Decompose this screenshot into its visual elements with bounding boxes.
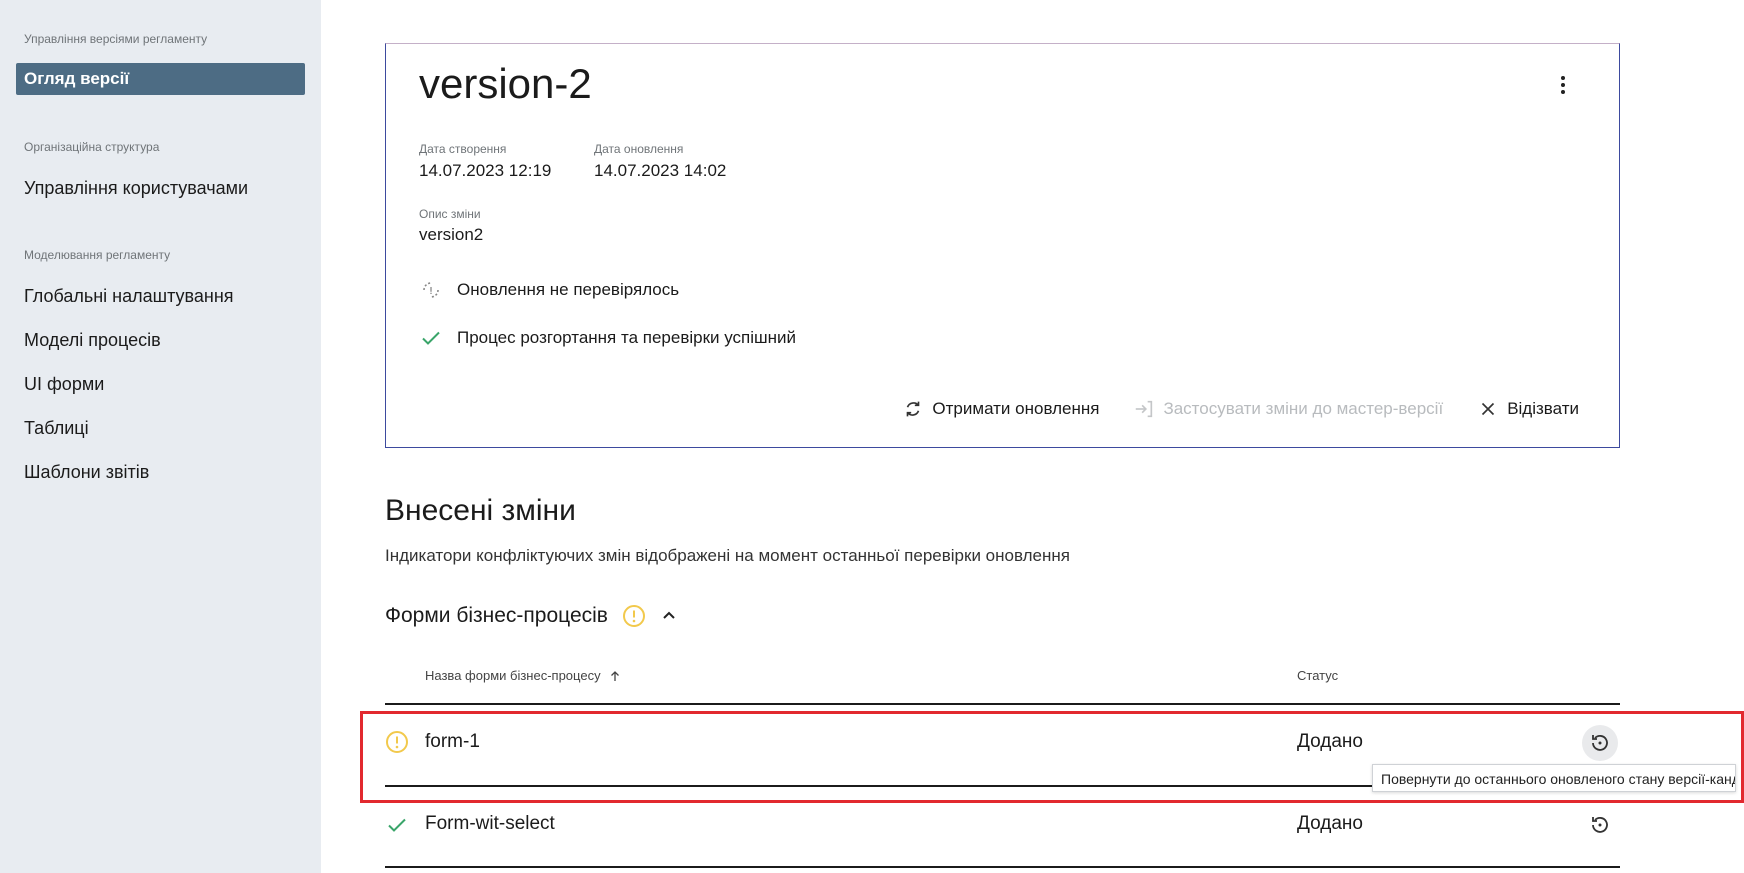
warning-icon (622, 604, 646, 628)
version-title: version-2 (419, 60, 592, 107)
chevron-up-icon[interactable] (660, 607, 678, 625)
restore-tooltip: Повернути до останнього оновленого стану… (1372, 764, 1736, 792)
deploy-status-text: Процес розгортання та перевірки успішний (457, 328, 797, 347)
sidebar-group-modeling: Моделювання регламенту (24, 248, 171, 262)
deploy-status: Процес розгортання та перевірки успішний (419, 326, 796, 350)
changes-subtitle: Індикатори конфліктуючих змін відображен… (385, 546, 1070, 565)
get-updates-button[interactable]: Отримати оновлення (902, 398, 1099, 420)
table-row-name: Form-wit-select (425, 813, 555, 834)
updated-date-value: 14.07.2023 14:02 (594, 161, 727, 180)
table-row-divider (385, 866, 1620, 868)
table-header-divider (385, 703, 1620, 705)
revoke-label: Відізвати (1507, 399, 1579, 418)
restore-icon[interactable] (1588, 813, 1612, 837)
card-actions: Отримати оновлення Застосувати зміни до … (902, 398, 1579, 420)
apply-to-master-label: Застосувати зміни до мастер-версії (1163, 399, 1444, 418)
svg-text:!: ! (429, 286, 433, 297)
sidebar-item-report-templates[interactable]: Шаблони звітів (24, 462, 149, 483)
sidebar-item-ui-forms[interactable]: UI форми (24, 374, 104, 395)
check-icon (422, 331, 440, 345)
apply-to-master-button[interactable]: Застосувати зміни до мастер-версії (1133, 398, 1443, 420)
sidebar-item-process-models[interactable]: Моделі процесів (24, 330, 161, 351)
created-date-label: Дата створення (419, 142, 507, 156)
sort-arrow-up-icon (610, 670, 619, 681)
get-updates-label: Отримати оновлення (932, 399, 1100, 418)
business-forms-group-header[interactable]: Форми бізнес-процесів (385, 604, 678, 628)
updated-date-label: Дата оновлення (594, 142, 684, 156)
column-header-form-name[interactable]: Назва форми бізнес-процесу (425, 668, 621, 683)
sidebar-group-org: Організаційна структура (24, 140, 160, 154)
change-description-label: Опис зміни (419, 207, 481, 221)
update-status-text: Оновлення не перевірялось (457, 280, 680, 299)
revoke-button[interactable]: Відізвати (1477, 398, 1579, 420)
refresh-icon (907, 401, 920, 417)
row-check-icon (385, 813, 409, 837)
changes-title: Внесені зміни (385, 494, 576, 527)
sidebar-item-tables[interactable]: Таблиці (24, 418, 89, 439)
sync-unknown-icon: ! (423, 282, 439, 298)
business-forms-group-title: Форми бізнес-процесів (385, 604, 608, 627)
more-options-icon[interactable] (1555, 76, 1571, 100)
merge-icon (1136, 400, 1153, 418)
sidebar-item-version-overview[interactable]: Огляд версії (16, 63, 305, 95)
table-row-status: Додано (1297, 813, 1363, 834)
created-date-value: 14.07.2023 12:19 (419, 161, 552, 180)
close-icon (1482, 402, 1495, 416)
sidebar: Управління версіями регламенту Огляд вер… (0, 0, 321, 873)
sidebar-item-users[interactable]: Управління користувачами (24, 178, 248, 199)
column-header-form-name-label: Назва форми бізнес-процесу (425, 668, 601, 683)
version-card: version-2 Дата створення 14.07.2023 12:1… (385, 43, 1620, 448)
sidebar-group-versions: Управління версіями регламенту (24, 32, 208, 46)
sidebar-item-global-settings[interactable]: Глобальні налаштування (24, 286, 234, 307)
update-status: ! Оновлення не перевірялось (419, 278, 679, 302)
column-header-status: Статус (1297, 668, 1339, 683)
change-description-value: version2 (419, 225, 484, 244)
